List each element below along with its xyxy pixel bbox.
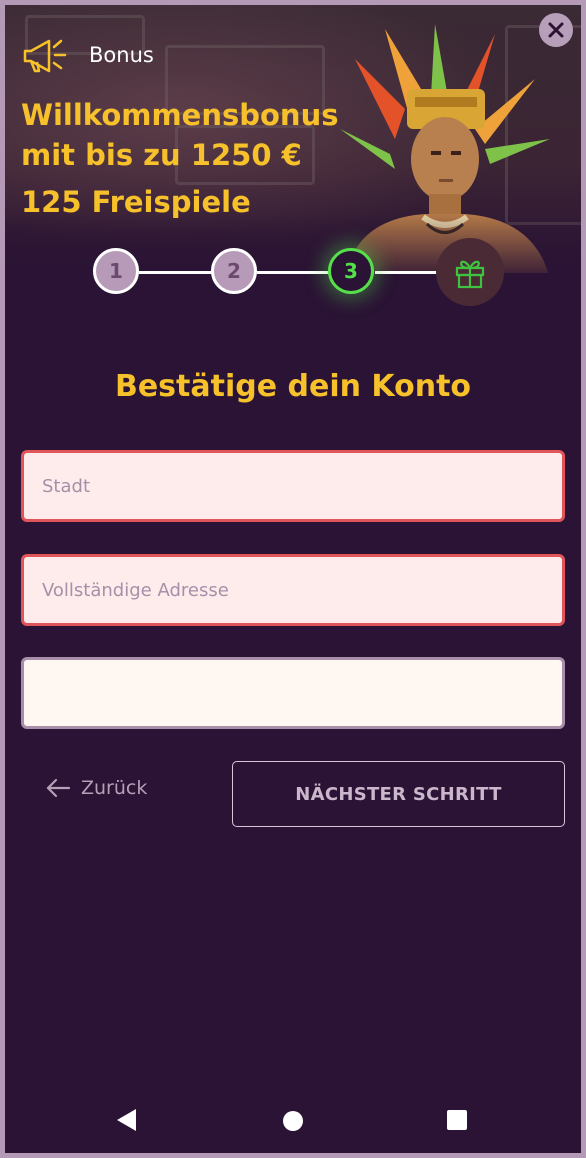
address-field[interactable] bbox=[21, 554, 565, 626]
nav-back-icon[interactable] bbox=[117, 1109, 136, 1131]
megaphone-icon bbox=[23, 39, 67, 73]
welcome-bonus-headline: Willkommensbonus mit bis zu 1250 € bbox=[21, 98, 339, 172]
close-button[interactable] bbox=[539, 13, 573, 47]
city-field[interactable] bbox=[21, 450, 565, 522]
step-1-indicator: 1 bbox=[93, 248, 139, 294]
bonus-label: Bonus bbox=[89, 43, 154, 67]
app-frame: Bonus Willkommensbonus mit bis zu 1250 €… bbox=[5, 5, 581, 1153]
address-input[interactable] bbox=[42, 557, 562, 623]
nav-recent-apps-icon[interactable] bbox=[447, 1110, 467, 1130]
third-field[interactable] bbox=[21, 657, 565, 729]
close-icon bbox=[548, 22, 564, 38]
final-step-indicator bbox=[436, 238, 504, 306]
system-navigation-bar bbox=[5, 1085, 581, 1153]
nav-home-icon[interactable] bbox=[283, 1111, 303, 1131]
next-step-button[interactable]: NÄCHSTER SCHRITT bbox=[232, 761, 565, 827]
step-connector bbox=[139, 271, 215, 274]
step-2-indicator: 2 bbox=[211, 248, 257, 294]
bonus-banner: Bonus Willkommensbonus mit bis zu 1250 €… bbox=[5, 5, 581, 273]
arrow-left-icon bbox=[46, 778, 71, 798]
form-title: Bestätige dein Konto bbox=[114, 369, 472, 404]
city-input[interactable] bbox=[42, 453, 562, 519]
back-button[interactable]: Zurück bbox=[45, 777, 147, 799]
free-spins-text: 125 Freispiele bbox=[21, 185, 251, 219]
step-connector bbox=[257, 271, 333, 274]
third-input[interactable] bbox=[42, 660, 562, 726]
gift-icon bbox=[455, 260, 485, 289]
step-3-indicator: 3 bbox=[328, 248, 374, 294]
bonus-header: Bonus bbox=[21, 35, 154, 75]
back-button-label: Zurück bbox=[81, 777, 148, 799]
step-connector bbox=[375, 271, 441, 274]
